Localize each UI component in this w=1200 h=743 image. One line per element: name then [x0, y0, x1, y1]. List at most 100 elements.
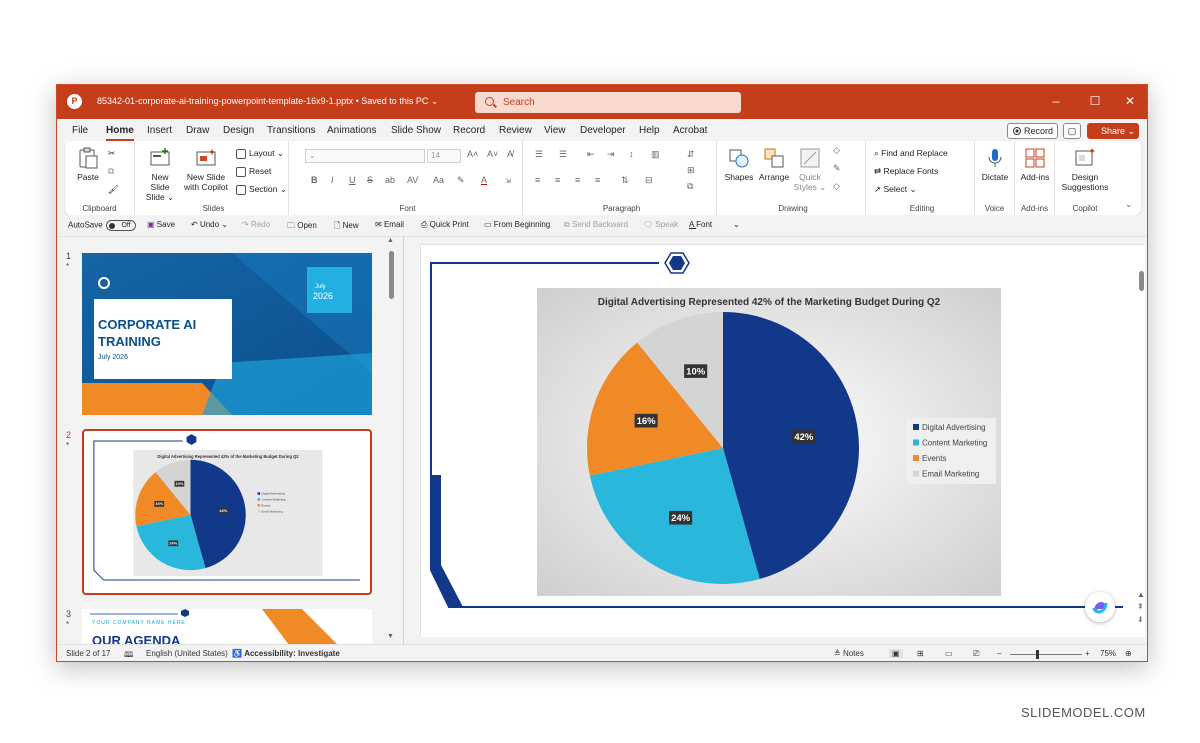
quick-styles-button[interactable]: Quick Styles ⌄	[793, 147, 827, 192]
scroll-down-icon[interactable]: ▼	[387, 633, 394, 640]
slide-editor[interactable]: Digital Advertising Represented 42% of t…	[420, 244, 1145, 637]
new-button[interactable]: 🗋 New	[334, 220, 359, 234]
send-backward-button[interactable]: ⧉ Send Backward	[564, 220, 628, 230]
section-button[interactable]: Section ⌄	[236, 183, 287, 195]
zoom-in-icon[interactable]: +	[1085, 649, 1090, 658]
new-slide-button[interactable]: New Slide Slide ⌄	[143, 147, 177, 202]
increase-indent-icon[interactable]: ⇥	[607, 149, 615, 160]
tab-design[interactable]: Design	[223, 125, 254, 136]
comments-button[interactable]: ▢	[1063, 123, 1081, 139]
align-center-icon[interactable]: ≡	[555, 175, 560, 185]
slide-thumbnail-2[interactable]: Digital Advertising Represented 42% of t…	[82, 429, 372, 595]
copilot-button[interactable]	[1085, 592, 1115, 622]
find-replace-button[interactable]: ⌕ Find and Replace	[874, 147, 948, 159]
close-icon[interactable]: ✕	[1120, 94, 1140, 108]
line-spacing-icon[interactable]: ↕	[629, 149, 634, 159]
justify-icon[interactable]: ≡	[595, 175, 600, 185]
share-button[interactable]: Share ⌄	[1087, 123, 1139, 139]
increase-font-icon[interactable]: A˄	[467, 149, 478, 159]
normal-view-icon[interactable]: ▣	[889, 649, 903, 658]
accessibility-button[interactable]: ♿ Accessibility: Investigate	[232, 649, 340, 658]
search-box[interactable]: Search	[475, 92, 741, 113]
editor-scrollbar[interactable]	[1139, 271, 1144, 291]
tab-draw[interactable]: Draw	[186, 125, 209, 136]
highlight-icon[interactable]: ✎	[457, 175, 465, 186]
tab-home[interactable]: Home	[106, 125, 134, 141]
layout-button[interactable]: Layout ⌄	[236, 147, 284, 159]
email-button[interactable]: ✉ Email	[375, 220, 404, 229]
slide-show-icon[interactable]: ⎚	[973, 649, 979, 659]
italic-button[interactable]: I	[331, 175, 334, 185]
dictate-button[interactable]: Dictate	[977, 147, 1013, 182]
record-button[interactable]: Record	[1007, 123, 1058, 139]
select-button[interactable]: ➚ Select ⌄	[874, 183, 917, 195]
font-color-button[interactable]: A	[481, 175, 487, 185]
open-button[interactable]: 🗀 Open	[287, 220, 317, 234]
pane-divider[interactable]	[403, 237, 404, 645]
save-button[interactable]: ▣ Save	[147, 220, 175, 229]
align-right-icon[interactable]: ≡	[575, 175, 580, 185]
text-direction-2-icon[interactable]: ⇵	[687, 149, 695, 160]
document-title[interactable]: 85342-01-corporate-ai-training-powerpoin…	[97, 96, 438, 107]
autosave-toggle[interactable]: AutoSave Off	[68, 220, 136, 231]
design-suggestions-button[interactable]: Design Suggestions	[1057, 147, 1113, 192]
shapes-button[interactable]: Shapes	[723, 147, 755, 182]
slide-thumbnail-1[interactable]: CORPORATE AI TRAINING July 2026 July 202…	[82, 253, 372, 415]
format-painter-icon[interactable]: 🖌	[108, 183, 119, 195]
tab-animations[interactable]: Animations	[327, 125, 376, 136]
previous-slide-icon[interactable]: ⇞	[1137, 602, 1144, 611]
customize-qat-icon[interactable]: ⌄	[733, 220, 740, 229]
zoom-level[interactable]: 75%	[1100, 649, 1116, 658]
zoom-slider[interactable]	[1010, 654, 1082, 655]
reading-view-icon[interactable]: ▭	[945, 649, 953, 658]
slide-sorter-icon[interactable]: ⊞	[917, 649, 924, 658]
tab-acrobat[interactable]: Acrobat	[673, 125, 707, 136]
cut-icon[interactable]: ✂	[108, 147, 115, 159]
change-case-button[interactable]: Aa	[433, 175, 444, 185]
scroll-up-icon[interactable]: ▲	[1137, 590, 1145, 599]
tab-record[interactable]: Record	[453, 125, 485, 136]
bullets-icon[interactable]: ☰	[535, 149, 543, 160]
tab-transitions[interactable]: Transitions	[267, 125, 316, 136]
quick-print-button[interactable]: ⎙ Quick Print	[421, 220, 469, 230]
language-indicator[interactable]: English (United States)	[146, 649, 228, 658]
font-size-select[interactable]: 14	[427, 149, 461, 163]
smartart-icon[interactable]: ⧉	[687, 181, 693, 192]
zoom-slider-thumb[interactable]	[1036, 650, 1039, 659]
tab-review[interactable]: Review	[499, 125, 532, 136]
addins-button[interactable]: Add-ins	[1017, 147, 1053, 182]
from-beginning-button[interactable]: ▭ From Beginning	[484, 220, 550, 229]
notes-button[interactable]: ≜ Notes	[834, 649, 864, 658]
underline-button[interactable]: U	[349, 175, 356, 185]
bold-button[interactable]: B	[311, 175, 318, 185]
copy-icon[interactable]: ⧉	[108, 165, 114, 177]
replace-fonts-button[interactable]: ⇄ Replace Fonts	[874, 165, 938, 177]
spellcheck-icon[interactable]: 🕮	[124, 649, 133, 661]
redo-button[interactable]: ↷ Redo	[242, 220, 270, 229]
text-direction-icon[interactable]: ⇅	[621, 175, 629, 186]
shape-effects-icon[interactable]: ◇	[833, 181, 840, 192]
minimize-icon[interactable]: –	[1046, 94, 1066, 108]
shape-fill-icon[interactable]: ◇	[833, 145, 840, 156]
tab-file[interactable]: File	[72, 125, 88, 136]
slide-thumbnail-3[interactable]: YOUR COMPANY NAME HERE OUR AGENDA	[82, 609, 372, 649]
collapse-ribbon-icon[interactable]: ⌄	[1125, 199, 1133, 210]
align-vertical-icon[interactable]: ⊞	[687, 165, 695, 176]
decrease-font-icon[interactable]: A˅	[487, 149, 498, 159]
paste-button[interactable]: Paste	[73, 147, 103, 182]
font-dialog-launcher-icon[interactable]: ⇲	[505, 177, 511, 185]
clear-formatting-icon[interactable]: A̸	[507, 149, 513, 159]
next-slide-icon[interactable]: ⇟	[1137, 615, 1144, 624]
arrange-button[interactable]: Arrange	[757, 147, 791, 182]
shape-outline-icon[interactable]: ✎	[833, 163, 841, 174]
char-spacing-button[interactable]: AV	[407, 175, 418, 185]
undo-button[interactable]: ↶ Undo ⌄	[191, 220, 228, 229]
tab-slide-show[interactable]: Slide Show	[391, 125, 441, 136]
maximize-icon[interactable]: ☐	[1085, 94, 1105, 108]
new-slide-copilot-button[interactable]: New Slide with Copilot	[181, 147, 231, 192]
columns-icon[interactable]: ▥	[651, 149, 660, 160]
tab-insert[interactable]: Insert	[147, 125, 172, 136]
reset-button[interactable]: Reset	[236, 165, 271, 177]
font-button[interactable]: A Font	[689, 220, 712, 229]
decrease-indent-icon[interactable]: ⇤	[587, 149, 595, 160]
